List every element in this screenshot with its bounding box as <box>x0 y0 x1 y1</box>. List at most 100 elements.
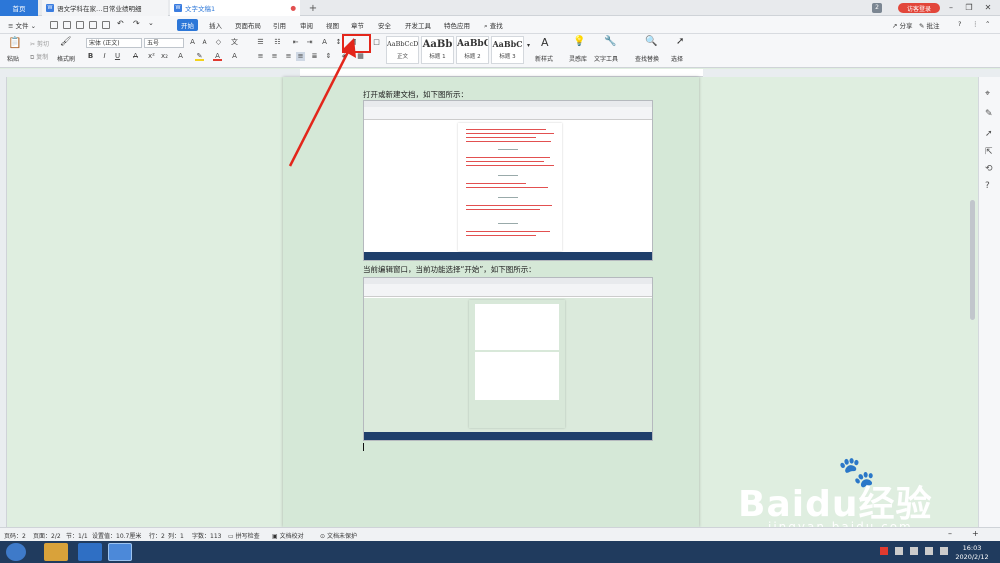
font-color-icon[interactable]: A <box>213 52 222 61</box>
style-normal[interactable]: AaBbCcDd 正文 <box>386 36 419 64</box>
vertical-ruler[interactable] <box>0 77 7 527</box>
help-icon[interactable]: ? <box>958 20 961 28</box>
new-doc-icon[interactable] <box>50 21 58 29</box>
select-icon[interactable]: ➚ <box>676 36 684 47</box>
new-tab-button[interactable]: + <box>306 0 320 16</box>
inspiration-button[interactable]: 灵感库 <box>569 54 587 63</box>
menu-developer[interactable]: 开发工具 <box>405 20 431 30</box>
zoom-out-icon[interactable]: – <box>948 529 952 538</box>
pane-history-icon[interactable]: ⟲ <box>985 164 993 174</box>
doc-protect-button[interactable]: ⊙ 文档未保护 <box>320 531 357 540</box>
strikethrough-icon[interactable]: A <box>131 52 140 61</box>
more-icon[interactable]: ⌄ <box>148 19 154 27</box>
style-heading-1[interactable]: AaBb 标题 1 <box>421 36 454 64</box>
explorer-icon[interactable] <box>44 543 68 561</box>
menu-review[interactable]: 审阅 <box>300 20 313 30</box>
subscript-icon[interactable]: x₂ <box>160 52 169 61</box>
underline-icon[interactable]: U <box>113 52 122 61</box>
pane-help-icon[interactable]: ? <box>985 181 990 191</box>
text-tools-icon[interactable]: 🔧 <box>604 36 616 47</box>
spell-check-button[interactable]: ▭ 拼写检查 <box>228 531 260 540</box>
pane-select-icon[interactable]: ➚ <box>985 129 993 139</box>
new-style-icon[interactable]: A <box>541 36 549 49</box>
print-preview-icon[interactable] <box>102 21 110 29</box>
paste-button[interactable]: 粘贴 <box>7 54 19 63</box>
menu-insert[interactable]: 插入 <box>209 20 222 30</box>
save-icon[interactable] <box>76 21 84 29</box>
window-count-badge[interactable]: 2 <box>872 3 882 13</box>
undo-icon[interactable]: ↶ <box>117 19 124 28</box>
italic-icon[interactable]: I <box>100 52 109 61</box>
clear-format-icon[interactable]: ◇ <box>214 38 223 47</box>
menu-view[interactable]: 视图 <box>326 20 339 30</box>
print-icon[interactable] <box>89 21 97 29</box>
redo-icon[interactable]: ↷ <box>133 19 140 28</box>
menu-chapter[interactable]: 章节 <box>351 20 364 30</box>
menu-reference[interactable]: 引用 <box>273 20 286 30</box>
tray-icon[interactable] <box>910 547 918 555</box>
new-style-button[interactable]: 新样式 <box>535 54 553 63</box>
paragraph-2[interactable]: 当前编辑窗口，当前功能选择“开始”，如下图所示： <box>363 264 536 275</box>
more-options-icon[interactable]: ⋮ <box>972 20 979 28</box>
paragraph-1[interactable]: 打开或新建文档，如下图所示： <box>363 89 468 100</box>
doc-proof-button[interactable]: ▣ 文档校对 <box>272 531 304 540</box>
tab-document-2[interactable]: W 文字文稿1 ● <box>170 0 300 16</box>
cut-button[interactable]: ✂ 剪切 <box>30 39 49 48</box>
bullet-list-icon[interactable]: ☰ <box>256 38 265 47</box>
menu-page-layout[interactable]: 页面布局 <box>235 20 261 30</box>
login-button[interactable]: 访客登录 <box>898 3 940 13</box>
menu-file[interactable]: ≡ 文件 ⌄ <box>8 20 36 30</box>
pane-edit-icon[interactable]: ✎ <box>985 109 993 119</box>
embedded-screenshot-2[interactable] <box>363 277 653 441</box>
align-left-icon[interactable]: ≡ <box>256 52 265 61</box>
highlight-icon[interactable]: ✎ <box>195 52 204 61</box>
font-family-select[interactable]: 宋体 (正文) <box>86 38 142 48</box>
copy-button[interactable]: ⧉ 复制 <box>30 52 48 62</box>
select-button[interactable]: 选择 <box>671 54 683 63</box>
find-replace-button[interactable]: 查找替换 <box>635 54 659 63</box>
embedded-screenshot-1[interactable] <box>363 100 653 261</box>
open-folder-icon[interactable] <box>63 21 71 29</box>
ie-icon[interactable] <box>78 543 102 561</box>
pane-share-icon[interactable]: ⇱ <box>985 147 993 157</box>
format-painter-button[interactable]: 格式刷 <box>57 54 75 63</box>
volume-icon[interactable] <box>940 547 948 555</box>
comment-button[interactable]: ✎ 批注 <box>919 20 940 30</box>
find-replace-icon[interactable]: 🔍 <box>645 36 657 47</box>
superscript-icon[interactable]: x² <box>147 52 156 61</box>
vertical-scrollbar[interactable] <box>970 200 975 320</box>
menu-features[interactable]: 特色应用 <box>444 20 470 30</box>
tray-icon[interactable] <box>880 547 888 555</box>
grow-font-icon[interactable]: A <box>188 38 197 47</box>
paste-icon[interactable]: 📋 <box>8 36 22 49</box>
tab-home[interactable]: 首页 <box>0 0 38 16</box>
styles-more-icon[interactable]: ▾ <box>527 42 530 49</box>
collapse-ribbon-icon[interactable]: ⌃ <box>985 20 990 28</box>
restore-icon[interactable]: ❐ <box>962 2 976 14</box>
format-painter-icon[interactable]: 🖌 <box>60 37 71 47</box>
share-button[interactable]: ↗ 分享 <box>892 20 913 30</box>
shrink-font-icon[interactable]: A <box>200 38 209 47</box>
tray-icon[interactable] <box>895 547 903 555</box>
bold-icon[interactable]: B <box>86 52 95 61</box>
wps-taskbar-icon[interactable] <box>108 543 132 561</box>
text-tools-button[interactable]: 文字工具 <box>594 54 618 63</box>
taskbar-clock[interactable]: 16:03 2020/2/12 <box>952 544 992 562</box>
style-heading-3[interactable]: AaBbC 标题 3 <box>491 36 524 64</box>
menu-search[interactable]: ⌕ 查找 <box>484 20 503 31</box>
style-heading-2[interactable]: AaBbC 标题 2 <box>456 36 489 64</box>
border-icon[interactable]: □ <box>372 38 381 47</box>
horizontal-ruler[interactable] <box>300 69 703 77</box>
char-shading-icon[interactable]: A <box>230 52 239 61</box>
menu-security[interactable]: 安全 <box>378 20 391 30</box>
font-size-select[interactable]: 五号 <box>144 38 184 48</box>
tab-document-1[interactable]: W 语文学科在家…日常业绩明细 <box>42 0 168 16</box>
tray-icon[interactable] <box>925 547 933 555</box>
phonetic-icon[interactable]: 文 <box>230 38 239 47</box>
close-icon[interactable]: ✕ <box>981 2 995 14</box>
minimize-icon[interactable]: – <box>944 2 958 14</box>
pane-style-icon[interactable]: ⌖ <box>985 89 990 99</box>
zoom-in-icon[interactable]: + <box>972 529 979 538</box>
start-button[interactable] <box>6 543 26 561</box>
menu-start[interactable]: 开始 <box>177 19 198 31</box>
